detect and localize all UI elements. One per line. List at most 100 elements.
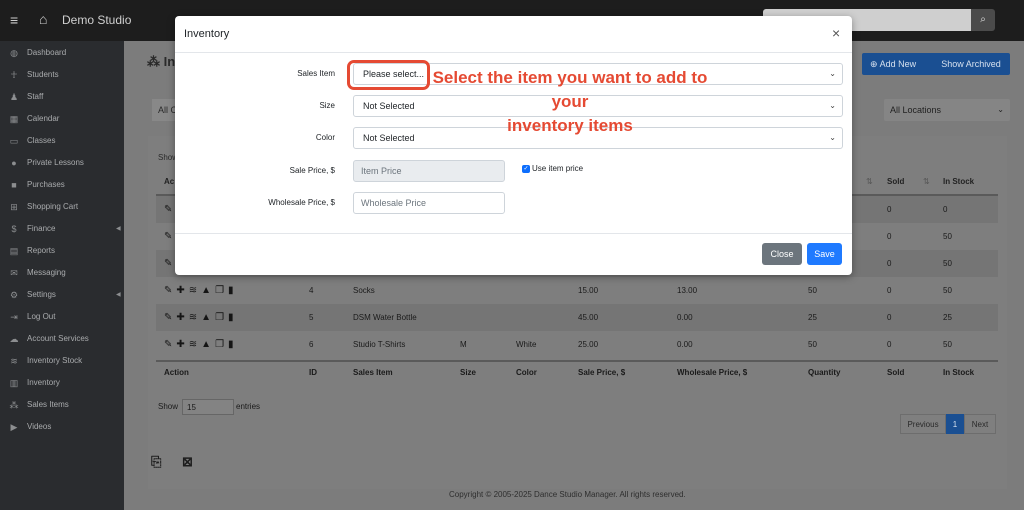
sales-item-label: Sales Item xyxy=(297,69,335,78)
header-sold[interactable]: Sold xyxy=(887,177,904,186)
excel-export-icon[interactable]: ⊠ xyxy=(182,454,196,472)
pdf-export-icon[interactable]: ⎘ xyxy=(151,454,165,472)
hamburger-menu-icon[interactable]: ≡ xyxy=(10,12,18,28)
sidebar-item-messaging[interactable]: ✉ Messaging xyxy=(0,262,124,284)
chevron-down-icon: ⌄ xyxy=(997,105,1004,114)
sidebar-item-reports[interactable]: ▤ Reports xyxy=(0,240,124,262)
add-icon[interactable]: ✚ xyxy=(176,312,185,323)
sort-icon[interactable]: ⇅ xyxy=(923,177,930,186)
table-row: ✎ ✚ ≋ ▲ ❐ ▮ 5 DSM Water Bottle 45.00 0.00 25 0 25 xyxy=(156,304,998,331)
footer-header-sale-price[interactable]: Sale Price, $ xyxy=(578,368,625,377)
brand-name[interactable]: Demo Studio xyxy=(62,13,131,27)
footer-header-sales-item[interactable]: Sales Item xyxy=(353,368,393,377)
sidebar-item-calendar[interactable]: ▦ Calendar xyxy=(0,108,124,130)
envelope-icon: ✉ xyxy=(10,268,18,278)
show-archived-button[interactable]: Show Archived xyxy=(932,53,1010,75)
copy-icon[interactable]: ❐ xyxy=(215,312,225,323)
sidebar-item-classes[interactable]: ▭ Classes xyxy=(0,130,124,152)
pagination-next[interactable]: Next xyxy=(964,414,996,434)
sidebar-item-private-lessons[interactable]: ● Private Lessons xyxy=(0,152,124,174)
sidebar-item-label: Settings xyxy=(27,290,56,299)
footer-header-id[interactable]: ID xyxy=(309,368,317,377)
layers-icon[interactable]: ≋ xyxy=(189,285,198,296)
header-in-stock[interactable]: In Stock xyxy=(943,177,974,186)
copy-icon[interactable]: ❐ xyxy=(215,285,225,296)
pagination-page-1[interactable]: 1 xyxy=(946,414,964,434)
footer-header-in-stock[interactable]: In Stock xyxy=(943,368,974,377)
search-button[interactable]: ⌕ xyxy=(971,9,995,31)
footer-header-wholesale-price[interactable]: Wholesale Price, $ xyxy=(677,368,747,377)
cell-in-stock: 50 xyxy=(943,232,952,241)
page-title: ⁂ In xyxy=(147,54,176,69)
sidebar-item-label: Account Services xyxy=(27,334,89,343)
chevron-down-icon: ⌄ xyxy=(829,69,836,78)
sort-icon[interactable]: ⇅ xyxy=(866,177,873,186)
sidebar-item-inventory-stock[interactable]: ≋ Inventory Stock xyxy=(0,350,124,372)
sidebar-item-log-out[interactable]: ⇥ Log Out xyxy=(0,306,124,328)
cell-item: DSM Water Bottle xyxy=(353,313,417,322)
modal-footer-divider xyxy=(175,233,852,234)
cell-item: Studio T-Shirts xyxy=(353,340,406,349)
show-entries-control: Show 15 entries xyxy=(158,399,260,415)
edit-icon[interactable]: ✎ xyxy=(164,285,173,296)
edit-icon[interactable]: ✎ xyxy=(164,196,172,223)
table-row: ✎ ✚ ≋ ▲ ❐ ▮ 6 Studio T-Shirts M White 25.00 0.00 50 0… xyxy=(156,331,998,358)
edit-icon[interactable]: ✎ xyxy=(164,223,172,250)
cell-color: White xyxy=(516,340,537,349)
home-icon[interactable]: ⌂ xyxy=(39,11,47,27)
sale-price-input[interactable]: Item Price xyxy=(353,160,505,182)
wholesale-price-input[interactable]: Wholesale Price xyxy=(353,192,505,214)
sidebar-item-dashboard[interactable]: ◍ Dashboard xyxy=(0,42,124,64)
entries-label: entries xyxy=(236,402,261,412)
bag-icon[interactable]: ▲ xyxy=(201,339,212,350)
chevron-left-icon: ◀ xyxy=(116,226,121,232)
use-item-price-checkbox[interactable]: ✓ xyxy=(522,165,530,173)
save-button[interactable]: Save xyxy=(807,243,842,265)
trash-icon[interactable]: ▮ xyxy=(228,312,235,323)
close-button[interactable]: Close xyxy=(762,243,802,265)
cell-stock: 25 xyxy=(943,313,952,322)
footer-header-color[interactable]: Color xyxy=(516,368,537,377)
footer-header-sold[interactable]: Sold xyxy=(887,368,904,377)
pagination-previous[interactable]: Previous xyxy=(900,414,946,434)
sidebar-item-inventory[interactable]: ▥ Inventory xyxy=(0,372,124,394)
cell-in-stock: 0 xyxy=(943,205,948,214)
add-new-button[interactable]: ⊕ Add New xyxy=(862,53,934,75)
sidebar-item-shopping-cart[interactable]: ⊞ Shopping Cart xyxy=(0,196,124,218)
color-label: Color xyxy=(315,133,335,142)
sidebar-item-staff[interactable]: ♟ Staff xyxy=(0,86,124,108)
sidebar-item-label: Sales Items xyxy=(27,400,69,409)
add-icon[interactable]: ✚ xyxy=(176,339,185,350)
cell-sold: 0 xyxy=(887,313,892,322)
footer-header-size[interactable]: Size xyxy=(460,368,476,377)
location-filter-select[interactable]: All Locations ⌄ xyxy=(884,99,1010,121)
sidebar-item-account-services[interactable]: ☁ Account Services xyxy=(0,328,124,350)
sidebar-item-finance[interactable]: $ Finance ◀ xyxy=(0,218,124,240)
sidebar-item-settings[interactable]: ⚙ Settings ◀ xyxy=(0,284,124,306)
cell-qty: 25 xyxy=(808,313,817,322)
bag-icon[interactable]: ▲ xyxy=(201,285,212,296)
sidebar-item-label: Log Out xyxy=(27,312,56,321)
trash-icon[interactable]: ▮ xyxy=(228,339,235,350)
annotation-line-2: inventory items xyxy=(507,116,633,135)
cart-icon: ⊞ xyxy=(10,202,18,212)
layers-icon[interactable]: ≋ xyxy=(189,312,198,323)
bag-icon[interactable]: ▲ xyxy=(201,312,212,323)
close-icon[interactable]: × xyxy=(832,25,840,41)
trash-icon[interactable]: ▮ xyxy=(228,285,235,296)
footer-header-quantity[interactable]: Quantity xyxy=(808,368,840,377)
entries-select[interactable]: 15 xyxy=(182,399,235,415)
purchases-icon: ■ xyxy=(11,180,17,190)
layers-icon[interactable]: ≋ xyxy=(189,339,198,350)
edit-icon[interactable]: ✎ xyxy=(164,250,172,277)
sidebar-item-videos[interactable]: ▶ Videos xyxy=(0,416,124,438)
color-value: Not Selected xyxy=(363,133,415,143)
edit-icon[interactable]: ✎ xyxy=(164,339,173,350)
sidebar-item-students[interactable]: ☥ Students xyxy=(0,64,124,86)
sidebar-item-sales-items[interactable]: ⁂ Sales Items xyxy=(0,394,124,416)
sidebar-item-purchases[interactable]: ■ Purchases xyxy=(0,174,124,196)
copy-icon[interactable]: ❐ xyxy=(215,339,225,350)
plus-circle-icon: ⊕ xyxy=(870,59,878,69)
add-icon[interactable]: ✚ xyxy=(176,285,185,296)
edit-icon[interactable]: ✎ xyxy=(164,312,173,323)
